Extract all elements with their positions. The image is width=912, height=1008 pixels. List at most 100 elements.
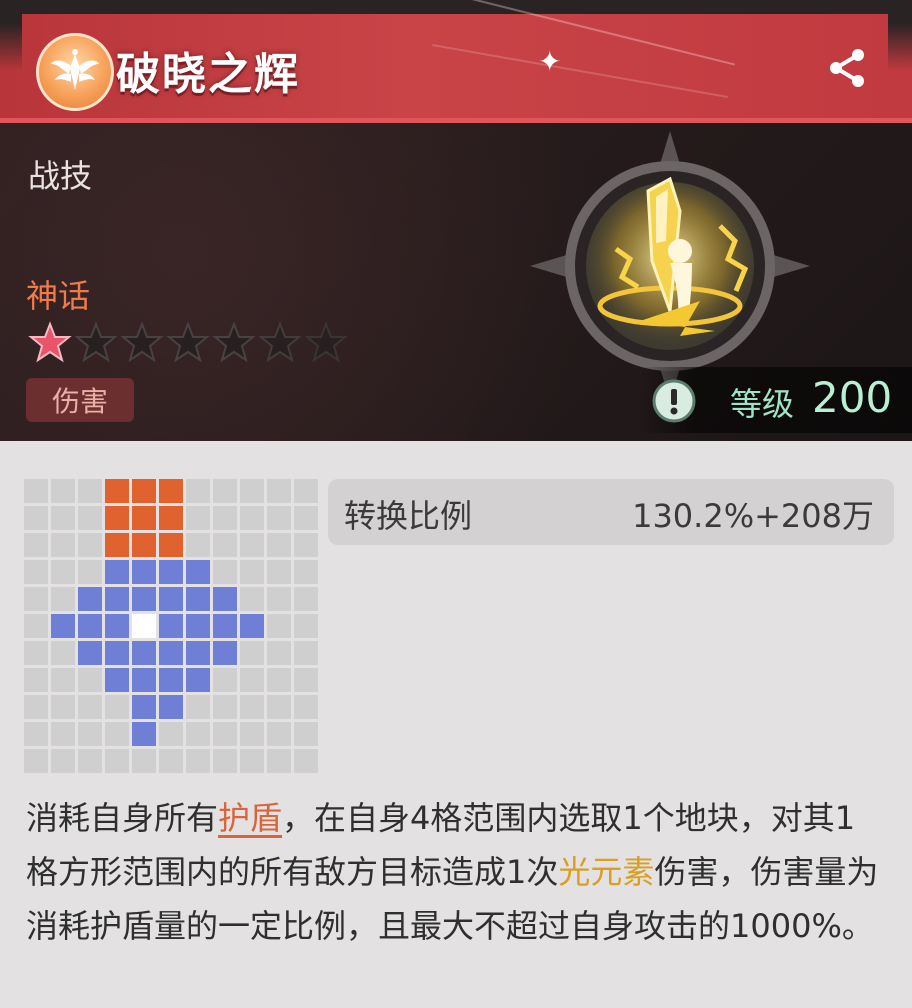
star-rating — [28, 321, 348, 365]
grid-cell — [24, 506, 48, 530]
grid-cell — [159, 722, 183, 746]
header-frame-left — [0, 0, 22, 118]
grid-cell — [51, 641, 75, 665]
grid-cell-blue — [105, 587, 129, 611]
level-value: 200 — [812, 373, 893, 422]
skill-description: 消耗自身所有护盾，在自身4格范围内选取1个地块，对其1格方形范围内的所有敌方目标… — [26, 791, 886, 953]
grid-cell — [24, 614, 48, 638]
grid-cell-blue — [159, 641, 183, 665]
sparkle-icon: ✦ — [538, 45, 562, 78]
grid-cell — [213, 695, 237, 719]
grid-cell-blue — [132, 722, 156, 746]
grid-cell-blue — [213, 587, 237, 611]
conversion-ratio: 转换比例 130.2%+208万 — [328, 479, 894, 545]
grid-cell — [294, 560, 318, 584]
grid-cell-blue — [78, 641, 102, 665]
damage-tag: 伤害 — [26, 378, 134, 422]
grid-cell-blue — [186, 560, 210, 584]
grid-cell — [294, 533, 318, 557]
grid-cell-blue — [213, 614, 237, 638]
grid-cell-white — [132, 614, 156, 638]
keyword-light-element[interactable]: 光元素 — [558, 853, 654, 891]
grid-cell — [213, 749, 237, 773]
grid-cell — [267, 722, 291, 746]
grid-cell — [51, 722, 75, 746]
grid-cell — [240, 749, 264, 773]
grid-cell — [78, 722, 102, 746]
grid-cell-blue — [186, 641, 210, 665]
grid-cell — [186, 749, 210, 773]
grid-cell-orange — [132, 533, 156, 557]
skill-header: ✦ 破晓之辉 — [0, 0, 912, 123]
skill-title: 破晓之辉 — [116, 49, 300, 100]
grid-cell-blue — [105, 668, 129, 692]
grid-cell — [78, 749, 102, 773]
grid-cell — [186, 722, 210, 746]
grid-cell — [267, 560, 291, 584]
share-icon[interactable] — [826, 46, 870, 90]
grid-cell — [132, 749, 156, 773]
grid-cell — [105, 749, 129, 773]
grid-cell — [240, 722, 264, 746]
grid-cell — [186, 506, 210, 530]
range-grid — [24, 479, 318, 773]
header-frame-top — [0, 0, 912, 14]
exclamation-icon[interactable] — [652, 379, 696, 423]
grid-cell — [24, 479, 48, 503]
grid-cell-orange — [159, 533, 183, 557]
grid-cell — [24, 695, 48, 719]
grid-cell-blue — [105, 641, 129, 665]
grid-cell-orange — [159, 506, 183, 530]
grid-cell — [294, 668, 318, 692]
grid-cell — [78, 668, 102, 692]
grid-cell-orange — [132, 479, 156, 503]
grid-cell — [105, 695, 129, 719]
grid-cell — [267, 587, 291, 611]
grid-cell — [294, 749, 318, 773]
skill-type: 战技 — [28, 157, 93, 195]
grid-cell — [240, 506, 264, 530]
grid-cell-blue — [186, 587, 210, 611]
level-label: 等级 — [730, 385, 795, 423]
grid-cell — [51, 479, 75, 503]
grid-cell — [51, 749, 75, 773]
grid-cell — [294, 722, 318, 746]
star-icon — [212, 321, 256, 363]
grid-cell — [240, 479, 264, 503]
grid-cell — [267, 668, 291, 692]
star-icon — [166, 321, 210, 363]
grid-cell — [267, 695, 291, 719]
grid-cell — [240, 560, 264, 584]
grid-cell — [78, 533, 102, 557]
grid-cell — [78, 506, 102, 530]
grid-cell-blue — [132, 695, 156, 719]
grid-cell-blue — [105, 614, 129, 638]
skill-detail: 转换比例 130.2%+208万 消耗自身所有护盾，在自身4格范围内选取1个地块… — [0, 441, 912, 1008]
skill-info-panel: 战技 神话 伤害 等级 200 — [0, 123, 912, 441]
grid-cell — [267, 479, 291, 503]
grid-cell — [51, 533, 75, 557]
grid-cell-blue — [213, 641, 237, 665]
grid-cell — [78, 479, 102, 503]
grid-cell — [240, 641, 264, 665]
grid-cell — [213, 668, 237, 692]
grid-cell — [51, 506, 75, 530]
grid-cell — [24, 641, 48, 665]
star-icon — [120, 321, 164, 363]
header-frame-right — [888, 0, 912, 118]
grid-cell-blue — [159, 668, 183, 692]
grid-cell-blue — [159, 587, 183, 611]
keyword-shield[interactable]: 护盾 — [218, 799, 282, 837]
grid-cell — [267, 641, 291, 665]
grid-cell — [267, 749, 291, 773]
grid-cell — [24, 722, 48, 746]
grid-cell — [159, 749, 183, 773]
grid-cell — [240, 587, 264, 611]
grid-cell — [105, 722, 129, 746]
grid-cell — [294, 506, 318, 530]
grid-cell-orange — [159, 479, 183, 503]
grid-cell-blue — [132, 641, 156, 665]
grid-cell-blue — [78, 614, 102, 638]
grid-cell-blue — [186, 614, 210, 638]
grid-cell — [186, 533, 210, 557]
